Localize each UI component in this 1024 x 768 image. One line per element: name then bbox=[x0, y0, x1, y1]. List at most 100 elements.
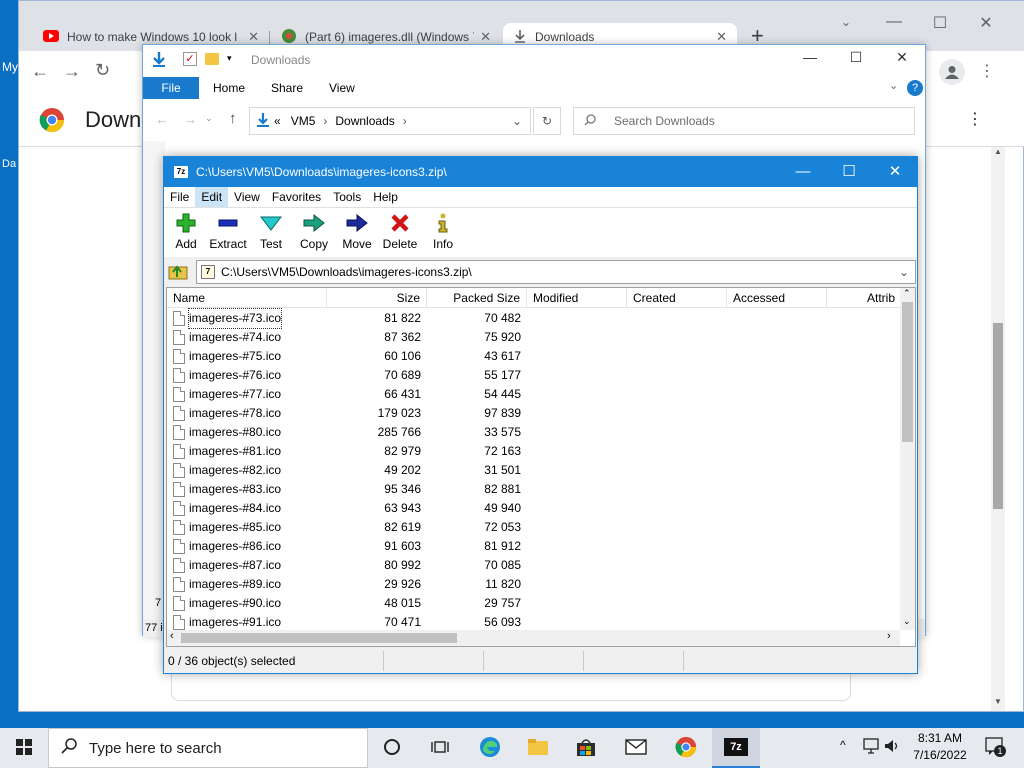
quick-access-dropdown-icon[interactable]: ▾ bbox=[227, 53, 232, 64]
forward-icon[interactable]: → bbox=[63, 61, 81, 82]
table-row[interactable]: imageres-#74.ico 87 362 75 920 bbox=[167, 328, 897, 347]
horizontal-scrollbar[interactable]: ‹ › bbox=[167, 630, 900, 646]
chevron-right-icon[interactable]: › bbox=[323, 114, 327, 128]
show-hidden-icons-icon[interactable]: ^ bbox=[840, 738, 846, 752]
menu-favorites[interactable]: Favorites bbox=[266, 187, 327, 207]
store-button[interactable] bbox=[562, 728, 610, 768]
menu-file[interactable]: File bbox=[164, 187, 195, 207]
table-row[interactable]: imageres-#82.ico 49 202 31 501 bbox=[167, 461, 897, 480]
table-row[interactable]: imageres-#81.ico 82 979 72 163 bbox=[167, 442, 897, 461]
scroll-up-icon[interactable]: ⌃ bbox=[903, 288, 911, 299]
mail-button[interactable] bbox=[612, 728, 660, 768]
7zip-taskbar-button[interactable]: 7z bbox=[712, 728, 760, 768]
column-packed-size[interactable]: Packed Size bbox=[427, 288, 527, 308]
explorer-address-input[interactable]: « VM5 › Downloads › ⌄ bbox=[249, 107, 531, 135]
table-row[interactable]: imageres-#78.ico 179 023 97 839 bbox=[167, 404, 897, 423]
more-icon[interactable]: ⋮ bbox=[967, 109, 983, 129]
tab-search-icon[interactable]: ⌄ bbox=[823, 15, 869, 29]
table-row[interactable]: imageres-#89.ico 29 926 11 820 bbox=[167, 575, 897, 594]
close-icon[interactable]: ✕ bbox=[963, 13, 1009, 33]
start-button[interactable] bbox=[0, 728, 48, 768]
up-icon[interactable]: ↑ bbox=[229, 110, 237, 127]
column-modified[interactable]: Modified bbox=[527, 288, 627, 308]
close-icon[interactable]: ✕ bbox=[872, 157, 918, 187]
chrome-button[interactable] bbox=[662, 728, 710, 768]
menu-view[interactable]: View bbox=[228, 187, 266, 207]
back-icon[interactable]: ← bbox=[31, 61, 49, 82]
task-view-button[interactable] bbox=[416, 728, 464, 768]
ribbon-tab-view[interactable]: View bbox=[329, 77, 355, 99]
scrollbar-thumb[interactable] bbox=[902, 302, 913, 442]
extract-button[interactable]: Extract bbox=[206, 212, 250, 256]
scroll-down-icon[interactable]: ⌄ bbox=[903, 616, 911, 627]
minimize-icon[interactable]: — bbox=[780, 157, 826, 187]
maximize-icon[interactable]: ☐ bbox=[826, 157, 872, 187]
table-row[interactable]: imageres-#75.ico 60 106 43 617 bbox=[167, 347, 897, 366]
chrome-scrollbar[interactable]: ▲ ▼ bbox=[991, 147, 1005, 711]
vertical-scrollbar[interactable]: ⌃ ⌄ bbox=[900, 288, 915, 630]
address-dropdown-icon[interactable]: ⌄ bbox=[512, 114, 522, 128]
new-folder-icon[interactable] bbox=[205, 53, 219, 65]
scroll-right-icon[interactable]: › bbox=[887, 630, 891, 642]
address-segment-vm5[interactable]: VM5 bbox=[291, 114, 316, 128]
back-icon[interactable]: ← bbox=[155, 111, 169, 127]
delete-button[interactable]: Delete bbox=[378, 212, 422, 256]
action-center-icon[interactable]: 1 bbox=[984, 736, 1006, 759]
taskbar-clock[interactable]: 8:31 AM 7/16/2022 bbox=[898, 730, 982, 766]
menu-icon[interactable]: ⋮ bbox=[979, 61, 995, 81]
menu-tools[interactable]: Tools bbox=[327, 187, 367, 207]
maximize-icon[interactable]: ☐ bbox=[917, 13, 963, 33]
table-row[interactable]: imageres-#83.ico 95 346 82 881 bbox=[167, 480, 897, 499]
close-icon[interactable]: ✕ bbox=[879, 49, 925, 66]
close-icon[interactable]: ✕ bbox=[480, 29, 491, 45]
edge-button[interactable] bbox=[466, 728, 514, 768]
reload-icon[interactable]: ↻ bbox=[95, 60, 110, 81]
ribbon-tab-home[interactable]: Home bbox=[213, 77, 245, 99]
path-dropdown-icon[interactable]: ⌄ bbox=[899, 265, 909, 279]
explorer-search-input[interactable]: Search Downloads bbox=[573, 107, 915, 135]
recent-dropdown-icon[interactable]: ⌄ bbox=[205, 113, 213, 124]
table-row[interactable]: imageres-#85.ico 82 619 72 053 bbox=[167, 518, 897, 537]
copy-button[interactable]: Copy bbox=[292, 212, 336, 256]
menu-help[interactable]: Help bbox=[367, 187, 404, 207]
scrollbar-up-icon[interactable]: ▲ bbox=[994, 147, 1002, 156]
forward-icon[interactable]: → bbox=[183, 111, 197, 127]
folder-up-icon[interactable] bbox=[168, 262, 190, 282]
close-icon[interactable]: ✕ bbox=[248, 29, 259, 45]
cortana-button[interactable] bbox=[368, 728, 416, 768]
scrollbar-down-icon[interactable]: ▼ bbox=[994, 697, 1002, 706]
menu-edit[interactable]: Edit bbox=[195, 187, 229, 207]
minimize-icon[interactable]: — bbox=[787, 49, 833, 65]
table-row[interactable]: imageres-#80.ico 285 766 33 575 bbox=[167, 423, 897, 442]
table-row[interactable]: imageres-#86.ico 91 603 81 912 bbox=[167, 537, 897, 556]
table-row[interactable]: imageres-#87.ico 80 992 70 085 bbox=[167, 556, 897, 575]
path-input[interactable]: 7 C:\Users\VM5\Downloads\imageres-icons3… bbox=[196, 260, 916, 284]
profile-icon[interactable] bbox=[939, 59, 965, 85]
test-button[interactable]: Test bbox=[249, 212, 293, 256]
table-row[interactable]: imageres-#84.ico 63 943 49 940 bbox=[167, 499, 897, 518]
info-button[interactable]: Info bbox=[421, 212, 465, 256]
column-created[interactable]: Created bbox=[627, 288, 727, 308]
add-button[interactable]: Add bbox=[164, 212, 208, 256]
table-row[interactable]: imageres-#77.ico 66 431 54 445 bbox=[167, 385, 897, 404]
ribbon-tab-share[interactable]: Share bbox=[271, 77, 303, 99]
column-size[interactable]: Size bbox=[327, 288, 427, 308]
scrollbar-thumb[interactable] bbox=[993, 323, 1003, 509]
table-row[interactable]: imageres-#76.ico 70 689 55 177 bbox=[167, 366, 897, 385]
ribbon-tab-file[interactable]: File bbox=[143, 77, 199, 99]
refresh-icon[interactable]: ↻ bbox=[533, 107, 561, 135]
file-explorer-button[interactable] bbox=[514, 728, 562, 768]
column-name[interactable]: Name bbox=[167, 288, 327, 308]
column-attrib[interactable]: Attrib bbox=[827, 288, 901, 308]
scrollbar-thumb[interactable] bbox=[181, 633, 457, 643]
file-list[interactable]: Name Size Packed Size Modified Created A… bbox=[166, 287, 916, 647]
move-button[interactable]: Move bbox=[335, 212, 379, 256]
scroll-left-icon[interactable]: ‹ bbox=[170, 630, 174, 642]
chevron-right-icon[interactable]: › bbox=[403, 114, 407, 128]
ribbon-expand-icon[interactable]: ⌄ bbox=[889, 79, 898, 92]
maximize-icon[interactable]: ☐ bbox=[833, 49, 879, 66]
properties-icon[interactable]: ✓ bbox=[183, 52, 197, 66]
network-icon[interactable] bbox=[862, 738, 880, 757]
table-row[interactable]: imageres-#73.ico 81 822 70 482 bbox=[167, 308, 897, 329]
close-icon[interactable]: ✕ bbox=[716, 29, 727, 45]
